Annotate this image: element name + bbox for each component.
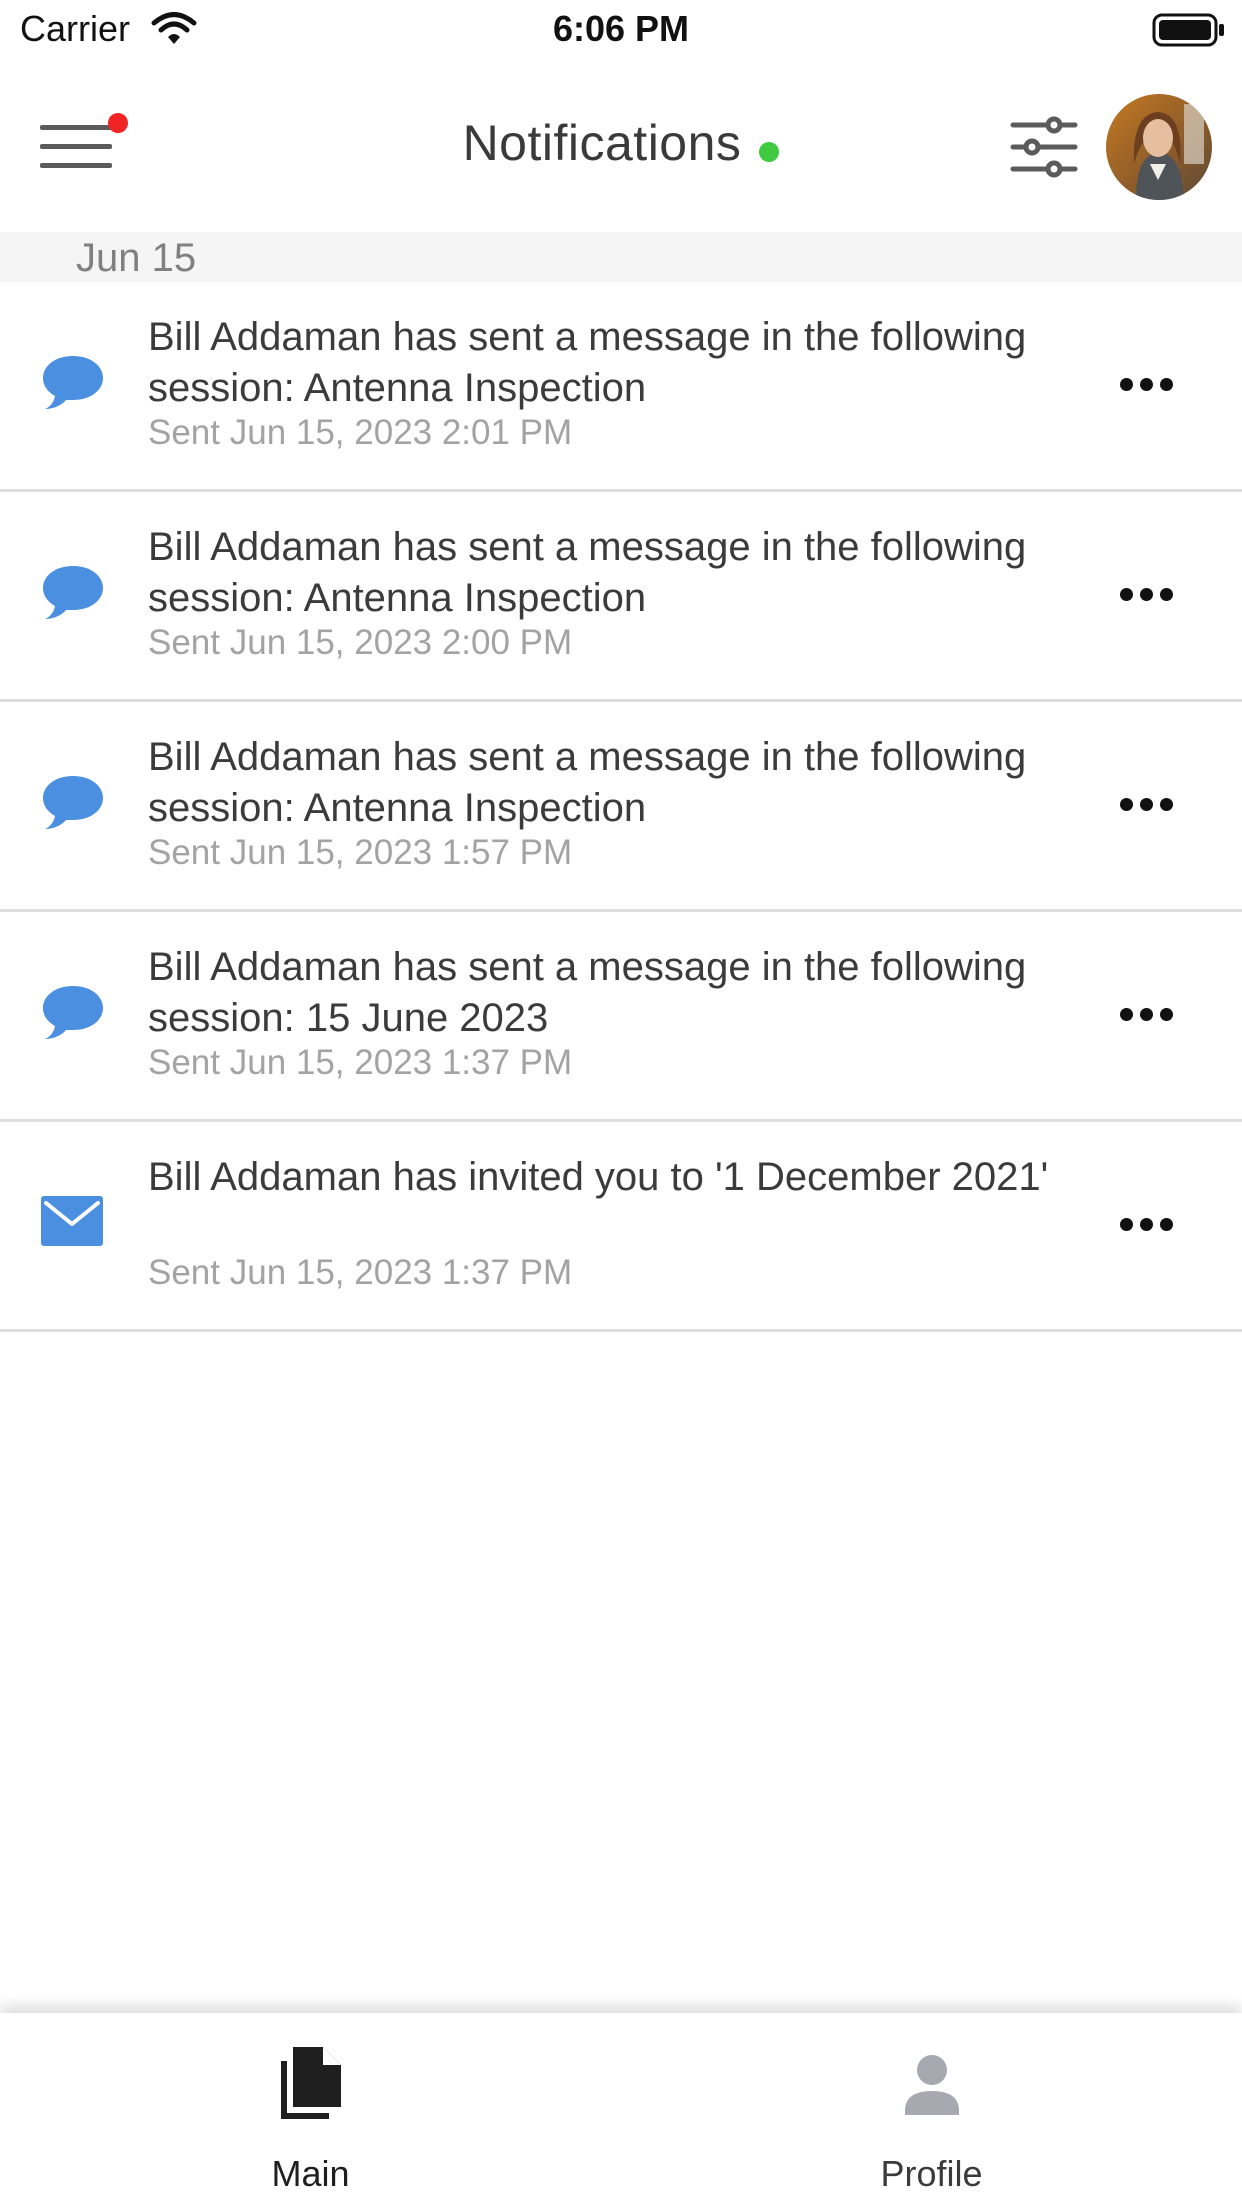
more-options-icon[interactable] (1120, 378, 1174, 392)
notification-text: Bill Addaman has invited you to '1 Decem… (148, 1155, 1049, 1199)
notification-timestamp: Sent Jun 15, 2023 1:57 PM (148, 833, 573, 872)
avatar-image (1106, 94, 1212, 200)
notification-item[interactable]: Bill Addaman has sent a message in the f… (0, 282, 1242, 492)
notification-timestamp: Sent Jun 15, 2023 1:37 PM (148, 1253, 573, 1292)
more-options-icon[interactable] (1120, 588, 1174, 602)
tab-profile[interactable]: Profile (621, 2013, 1242, 2208)
document-icon (280, 2047, 341, 2119)
chat-bubble-icon (43, 776, 103, 829)
more-options-icon[interactable] (1120, 798, 1174, 812)
notification-timestamp: Sent Jun 15, 2023 1:37 PM (148, 1043, 573, 1082)
app-header: Notifications (0, 62, 1242, 232)
notification-item[interactable]: Bill Addaman has sent a message in the f… (0, 492, 1242, 702)
notification-text: Bill Addaman has sent a message in the f… (148, 945, 1027, 1040)
notification-timestamp: Sent Jun 15, 2023 2:01 PM (148, 413, 573, 452)
chat-bubble-icon (43, 566, 103, 619)
status-time: 6:06 PM (552, 8, 690, 49)
battery-icon (1152, 13, 1224, 47)
page-title: Notifications (462, 115, 742, 171)
more-options-icon[interactable] (1120, 1218, 1174, 1232)
date-section-header: Jun 15 (0, 232, 1242, 282)
more-options-icon[interactable] (1120, 1008, 1174, 1022)
filter-settings-icon[interactable] (1010, 116, 1078, 178)
envelope-icon (41, 1196, 103, 1246)
user-avatar[interactable] (1106, 94, 1212, 200)
notification-text: Bill Addaman has sent a message in the f… (148, 315, 1027, 410)
tab-main-label: Main (271, 2153, 350, 2194)
notification-list: Bill Addaman has sent a message in the f… (0, 282, 1242, 1332)
notification-text: Bill Addaman has sent a message in the f… (148, 525, 1027, 620)
bottom-tab-bar: Main Profile (0, 2013, 1242, 2208)
tab-main[interactable]: Main (0, 2013, 621, 2208)
tab-profile-label: Profile (880, 2153, 983, 2194)
notification-item[interactable]: Bill Addaman has sent a message in the f… (0, 912, 1242, 1122)
notification-item[interactable]: Bill Addaman has sent a message in the f… (0, 702, 1242, 912)
chat-bubble-icon (43, 356, 103, 409)
notification-timestamp: Sent Jun 15, 2023 2:00 PM (148, 623, 573, 662)
section-date: Jun 15 (76, 236, 197, 280)
person-icon (904, 2055, 959, 2115)
status-bar: Carrier 6:06 PM (0, 0, 1242, 62)
notification-text: Bill Addaman has sent a message in the f… (148, 735, 1027, 830)
chat-bubble-icon (43, 986, 103, 1039)
online-status-dot (759, 141, 780, 162)
notification-item[interactable]: Bill Addaman has invited you to '1 Decem… (0, 1122, 1242, 1332)
